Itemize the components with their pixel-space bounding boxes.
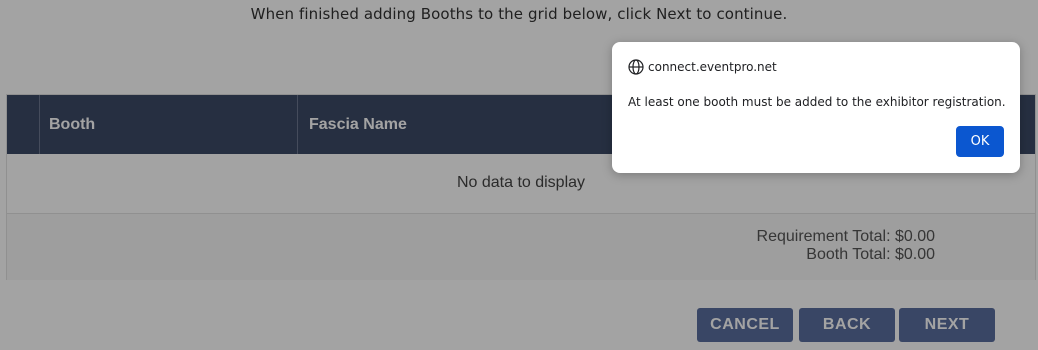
alert-dialog: connect.eventpro.net At least one booth … bbox=[612, 42, 1020, 173]
globe-icon bbox=[628, 59, 644, 75]
ok-button[interactable]: OK bbox=[956, 126, 1004, 157]
dialog-origin: connect.eventpro.net bbox=[648, 60, 777, 74]
dialog-message: At least one booth must be added to the … bbox=[628, 95, 1006, 109]
